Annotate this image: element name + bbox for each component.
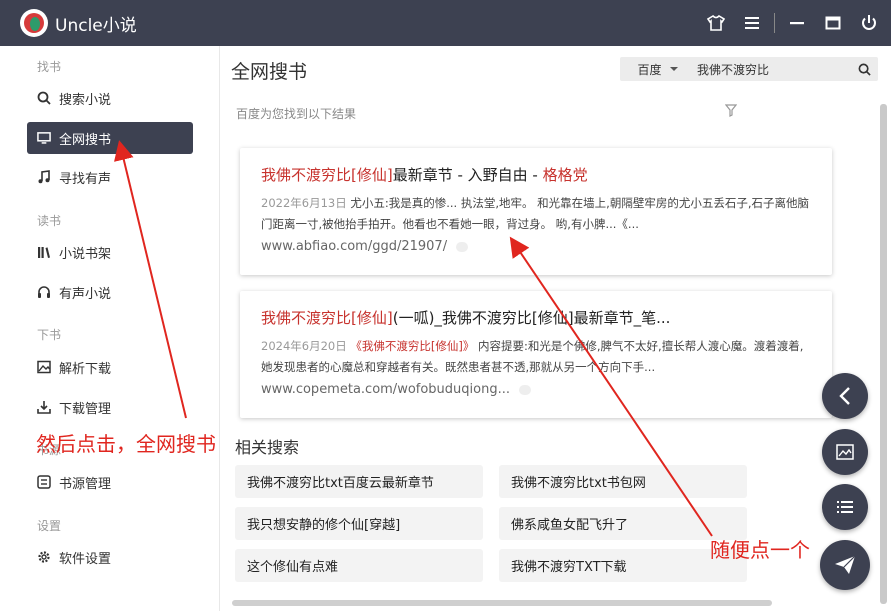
menu-icon[interactable] [734, 0, 770, 46]
chevron-down-icon [669, 67, 678, 71]
back-button[interactable] [822, 373, 868, 419]
sidebar-item-audiobooks[interactable]: 有声小说 [27, 276, 193, 308]
section-label-read: 读书 [37, 214, 62, 228]
result-date: 2022年6月13日 [261, 196, 347, 210]
sidebar-item-label: 搜索小说 [59, 92, 112, 108]
chart-button[interactable] [822, 429, 868, 475]
sidebar-item-download-manager[interactable]: 下载管理 [27, 391, 193, 423]
result-title[interactable]: 我佛不渡穷比[修仙]最新章节 - 入野自由 - 格格党 [261, 164, 811, 185]
image-icon [37, 360, 51, 374]
result-hint: 百度为您找到以下结果 [236, 107, 357, 121]
app-title: Uncle小说 [55, 15, 137, 36]
result-date: 2024年6月20日 [261, 339, 347, 353]
power-icon[interactable] [851, 0, 887, 46]
gear-icon [37, 550, 51, 564]
title-bar: Uncle小说 [0, 0, 891, 46]
bookshelf-icon [37, 245, 51, 259]
sidebar-item-label: 全网搜书 [59, 132, 112, 148]
search-input[interactable]: 我佛不渡穷比 [695, 61, 850, 78]
list-button[interactable] [822, 484, 868, 530]
result-url-text: www.copemeta.com/wofobuduqiong... [261, 382, 510, 397]
section-label-download: 下书 [37, 328, 62, 342]
result-url: www.abfiao.com/ggd/21907/ [261, 239, 811, 254]
result-snippet-highlight: 《我佛不渡穷比[修仙]》 [350, 339, 475, 353]
headphones-icon [37, 285, 51, 299]
search-bar: 百度 我佛不渡穷比 [620, 57, 878, 81]
search-result-card[interactable]: 我佛不渡穷比[修仙](一呱)_我佛不渡穷比[修仙]最新章节_笔... 2024年… [240, 291, 832, 418]
sidebar-item-bookshelf[interactable]: 小说书架 [27, 236, 193, 268]
result-title-author: 格格党 [542, 166, 588, 184]
sidebar-item-label: 下载管理 [59, 401, 112, 417]
send-button[interactable] [820, 540, 870, 590]
result-url-text: www.abfiao.com/ggd/21907/ [261, 239, 448, 254]
related-searches-title: 相关搜索 [235, 438, 300, 457]
paper-plane-icon [835, 555, 856, 574]
result-title[interactable]: 我佛不渡穷比[修仙](一呱)_我佛不渡穷比[修仙]最新章节_笔... [261, 307, 811, 328]
sidebar-item-settings[interactable]: 软件设置 [27, 541, 193, 573]
sidebar-item-label: 小说书架 [59, 246, 112, 262]
sidebar-item-label: 书源管理 [59, 476, 112, 492]
cache-icon [519, 384, 531, 395]
result-description: 2024年6月20日 《我佛不渡穷比[修仙]》 内容提要:和光是个佛修,脾气不太… [261, 336, 811, 378]
sidebar: 找书 搜索小说 全网搜书 寻找有声 读书 小说书架 有声小说 下书 解析下载 下… [0, 46, 220, 611]
sidebar-item-search-novel[interactable]: 搜索小说 [27, 82, 193, 114]
skin-icon[interactable] [698, 0, 734, 46]
annotation-text-left: 然后点击，全网搜书 [36, 432, 216, 456]
sidebar-item-parse-download[interactable]: 解析下载 [27, 351, 193, 383]
related-search-item[interactable]: 我只想安静的修个仙[穿越] [235, 507, 483, 540]
annotation-text-right: 随便点一个 [710, 538, 810, 562]
image-icon [836, 444, 854, 460]
cache-icon [456, 241, 469, 252]
search-button[interactable] [850, 63, 878, 76]
vertical-scrollbar[interactable] [880, 104, 887, 604]
horizontal-scrollbar[interactable] [232, 600, 772, 606]
sidebar-item-label: 解析下载 [59, 361, 112, 377]
sidebar-item-source-manager[interactable]: 书源管理 [27, 466, 193, 498]
maximize-icon[interactable] [815, 0, 851, 46]
section-label-settings: 设置 [37, 519, 62, 533]
related-search-item[interactable]: 我佛不渡穷比txt书包网 [499, 465, 747, 498]
engine-select[interactable]: 百度 [620, 61, 695, 78]
sidebar-item-find-audio[interactable]: 寻找有声 [27, 161, 193, 193]
result-title-text: 最新章节 - 入野自由 - [392, 166, 543, 184]
page-title: 全网搜书 [231, 61, 308, 83]
sidebar-item-label: 寻找有声 [59, 171, 112, 187]
minimize-icon[interactable] [779, 0, 815, 46]
search-icon [858, 63, 871, 76]
result-url: www.copemeta.com/wofobuduqiong... [261, 382, 811, 397]
download-icon [37, 400, 51, 414]
result-title-highlight: 我佛不渡穷比[修仙] [261, 309, 393, 327]
music-icon [37, 170, 51, 184]
section-label-find: 找书 [37, 60, 62, 74]
sidebar-item-label: 有声小说 [59, 286, 112, 302]
search-icon [37, 91, 51, 105]
app-logo [20, 9, 48, 37]
list-icon [837, 501, 853, 513]
sidebar-item-web-search[interactable]: 全网搜书 [27, 122, 193, 154]
result-title-text: (一呱)_我佛不渡穷比[修仙]最新章节_笔... [392, 309, 671, 327]
related-search-item[interactable]: 我佛不渡穷比txt百度云最新章节 [235, 465, 483, 498]
filter-icon[interactable] [724, 104, 738, 121]
engine-label: 百度 [637, 62, 662, 77]
related-search-item[interactable]: 这个修仙有点难 [235, 549, 483, 582]
window-controls [698, 0, 891, 46]
monitor-icon [37, 131, 51, 145]
result-title-highlight: 我佛不渡穷比[修仙] [261, 166, 393, 184]
sidebar-item-label: 软件设置 [59, 551, 112, 567]
search-result-card[interactable]: 我佛不渡穷比[修仙]最新章节 - 入野自由 - 格格党 2022年6月13日 尤… [240, 148, 832, 275]
source-icon [37, 475, 51, 489]
result-description: 2022年6月13日 尤小五:我是真的惨... 执法堂,地牢。 和光靠在墙上,朝… [261, 193, 811, 235]
chevron-left-icon [839, 387, 850, 405]
